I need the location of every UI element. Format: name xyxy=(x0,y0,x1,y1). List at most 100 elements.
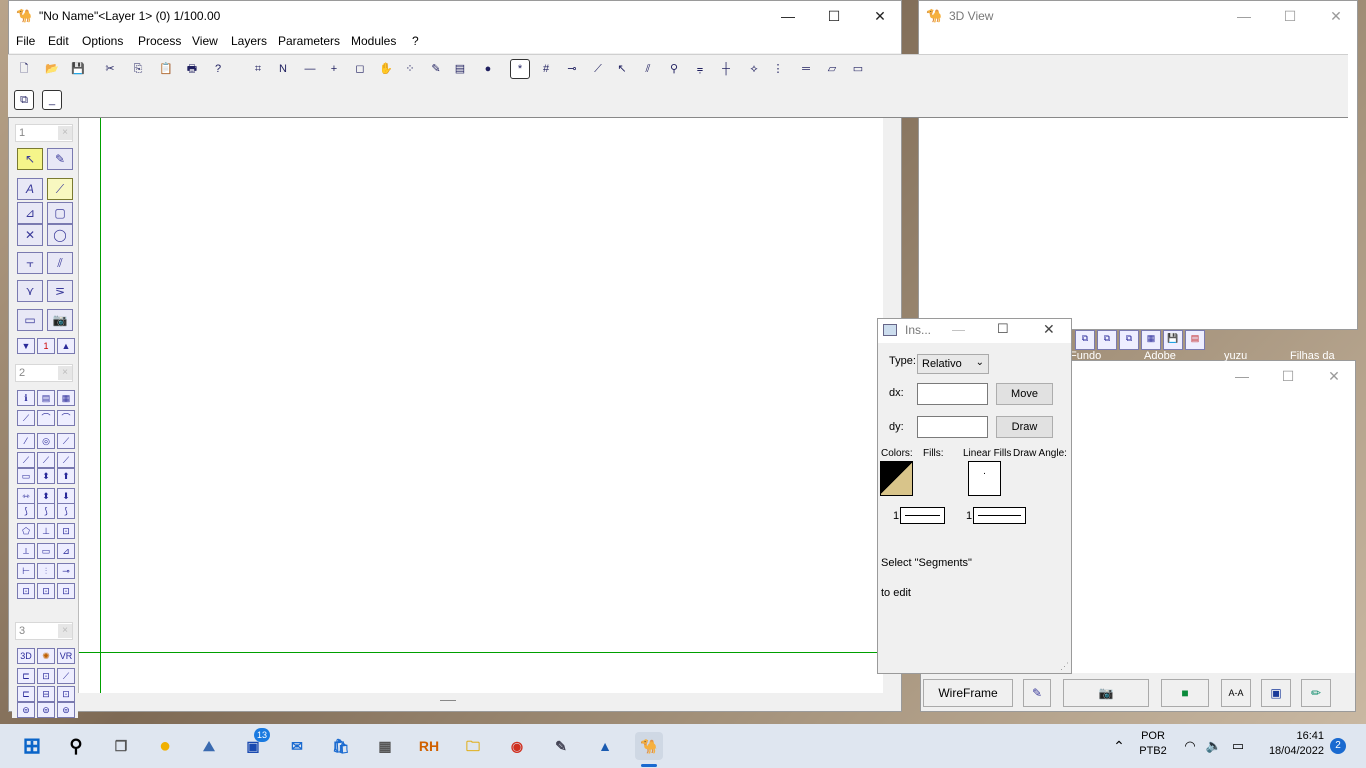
palette3-tool-3[interactable]: ⊏ xyxy=(17,686,35,702)
view3d-minimize-button[interactable]: — xyxy=(1221,1,1267,31)
rh-app-icon[interactable]: RH xyxy=(415,732,443,760)
layers-button[interactable]: ▣ xyxy=(1261,679,1291,707)
render-button[interactable]: ✺ xyxy=(37,648,55,664)
palette3-tool-8[interactable]: ⊜ xyxy=(57,702,75,718)
draw-button[interactable]: Draw xyxy=(996,416,1053,438)
palette2-tool-29[interactable]: ⊸ xyxy=(57,563,75,579)
search-icon[interactable]: ⚲ xyxy=(62,732,90,760)
minimize-button[interactable]: — xyxy=(765,1,811,31)
toolbar-button-26[interactable]: ┼ xyxy=(716,59,736,79)
toolbar-button-4[interactable]: ⎘ xyxy=(128,59,148,79)
language-indicator[interactable]: POR PTB2 xyxy=(1138,730,1168,757)
desktop-label-yuzu[interactable]: yuzu xyxy=(1224,350,1247,362)
palette2-tool-30[interactable]: ⊡ xyxy=(17,583,35,599)
toolbar-button-11[interactable]: + xyxy=(324,59,344,79)
palette2-tool-0[interactable]: ℹ xyxy=(17,390,35,406)
toolbar-button-16[interactable]: ▤ xyxy=(450,59,470,79)
toolbar-button-25[interactable]: ⩦ xyxy=(690,59,710,79)
toolbar-button-1[interactable]: 📂 xyxy=(42,59,62,79)
wireframe-button[interactable]: WireFrame xyxy=(923,679,1013,707)
palette2-tool-19[interactable]: ⟆ xyxy=(37,503,55,519)
palette3-tool-7[interactable]: ⊜ xyxy=(37,702,55,718)
desktop-label-filhas[interactable]: Filhas da xyxy=(1290,350,1335,362)
slope-tool-button[interactable]: ⋝ xyxy=(47,280,73,302)
palette2-tool-17[interactable]: ⬇ xyxy=(57,488,75,504)
palette2-tool-9[interactable]: ⟋ xyxy=(17,452,35,468)
calculator-app-icon[interactable]: ▦ xyxy=(371,732,399,760)
move-button[interactable]: Move xyxy=(996,383,1053,405)
layer-down-button[interactable]: ▼ xyxy=(17,338,35,354)
widgets-icon[interactable]: ● xyxy=(151,732,179,760)
toolbar-button-24[interactable]: ⚲ xyxy=(664,59,684,79)
back-minimize-button[interactable]: — xyxy=(1219,361,1265,391)
polygon-tool-button[interactable]: ✕ xyxy=(17,224,43,246)
strip-icon-6[interactable]: ▤ xyxy=(1185,330,1205,350)
zoom-rect-button[interactable]: ▢ xyxy=(47,202,73,224)
palette2-tool-12[interactable]: ▭ xyxy=(17,468,35,484)
clock[interactable]: 16:41 18/04/2022 xyxy=(1252,730,1324,757)
palette3-tool-6[interactable]: ⊜ xyxy=(17,702,35,718)
inspector-minimize-button[interactable]: — xyxy=(952,322,965,337)
camera-button[interactable]: 📷 xyxy=(1063,679,1149,707)
toolbar-button-23[interactable]: ⫽ xyxy=(638,59,658,79)
palette2-tool-16[interactable]: ⬍ xyxy=(37,488,55,504)
inspector-maximize-button[interactable]: ☐ xyxy=(997,321,1009,337)
palette2-tool-31[interactable]: ⊡ xyxy=(37,583,55,599)
toolbar-button-14[interactable]: ⁘ xyxy=(400,59,420,79)
desktop-label-fundo[interactable]: Fundo xyxy=(1070,350,1101,362)
menu-view[interactable]: View xyxy=(192,34,218,48)
file-explorer-icon[interactable]: 🗀 xyxy=(459,732,487,760)
toolbar-button-0[interactable]: 🗋 xyxy=(14,59,34,79)
toolbar-button-6[interactable]: 🖶 xyxy=(182,59,202,79)
circle-tool-button[interactable]: ◯ xyxy=(47,224,73,246)
start-button[interactable]: ⊞ xyxy=(18,732,46,760)
wall-tool-button[interactable]: ⫟ xyxy=(17,252,43,274)
back-maximize-button[interactable]: ☐ xyxy=(1265,361,1311,391)
strip-icon-4[interactable]: ▦ xyxy=(1141,330,1161,350)
toolbar-button-2[interactable]: 💾 xyxy=(68,59,88,79)
menu-edit[interactable]: Edit xyxy=(48,34,69,48)
toolbar-button-9[interactable]: N xyxy=(273,59,293,79)
palette2-tool-1[interactable]: ▤ xyxy=(37,390,55,406)
paint-tool-button[interactable]: ✎ xyxy=(1023,679,1051,707)
palette3-tool-4[interactable]: ⊟ xyxy=(37,686,55,702)
toolbar-button-13[interactable]: ✋ xyxy=(376,59,396,79)
measure-button[interactable]: A-A xyxy=(1221,679,1251,707)
toolbar-button-21[interactable]: ⟋ xyxy=(588,59,608,79)
chevron-up-icon[interactable]: ⌃ xyxy=(1105,732,1133,760)
image-app-icon[interactable]: ▲ xyxy=(591,732,619,760)
store-app-icon[interactable]: 🛍 xyxy=(327,732,355,760)
menu-process[interactable]: Process xyxy=(138,34,181,48)
toolbar-button-8[interactable]: ⌗ xyxy=(248,59,268,79)
toolbar-button-22[interactable]: ↖ xyxy=(612,59,632,79)
strip-icon-3[interactable]: ⧉ xyxy=(1119,330,1139,350)
toolbar-button-31[interactable]: ▭ xyxy=(848,59,868,79)
linear-fill-swatch[interactable]: · xyxy=(968,461,1001,496)
palette-close-icon[interactable]: × xyxy=(58,624,72,638)
menu-options[interactable]: Options xyxy=(82,34,123,48)
toolbar-button-30[interactable]: ▱ xyxy=(822,59,842,79)
palette3-tool-0[interactable]: ⊏ xyxy=(17,668,35,684)
menu-parameters[interactable]: Parameters xyxy=(278,34,340,48)
palette2-tool-15[interactable]: ⇿ xyxy=(17,488,35,504)
toolbar-button-20[interactable]: ⊸ xyxy=(562,59,582,79)
back-close-button[interactable]: ✕ xyxy=(1311,361,1357,391)
palette2-tool-24[interactable]: ⟂ xyxy=(17,543,35,559)
palette2-tool-11[interactable]: ⟋ xyxy=(57,452,75,468)
view3d-maximize-button[interactable]: ☐ xyxy=(1267,1,1313,31)
toolbar-button-7[interactable]: ? xyxy=(208,59,228,79)
toolbar2-button-1[interactable]: _ xyxy=(42,90,62,110)
color-swatch[interactable] xyxy=(880,461,913,496)
canvas-scroll-grip[interactable] xyxy=(440,700,456,703)
palette-close-icon[interactable]: × xyxy=(58,366,72,380)
layer-up-button[interactable]: ▲ xyxy=(57,338,75,354)
shape-tool-button[interactable]: ▭ xyxy=(17,309,43,331)
palette2-tool-32[interactable]: ⊡ xyxy=(57,583,75,599)
type-select[interactable]: Relativo ⌄ xyxy=(917,354,989,374)
vr-button[interactable]: VR xyxy=(57,648,75,664)
menu-modules[interactable]: Modules xyxy=(351,34,396,48)
palette2-tool-8[interactable]: ⟋ xyxy=(57,433,75,449)
fold-tool-button[interactable]: ⋎ xyxy=(17,280,43,302)
chrome-app-icon[interactable]: ◉ xyxy=(503,732,531,760)
toolbar-button-5[interactable]: 📋 xyxy=(156,59,176,79)
